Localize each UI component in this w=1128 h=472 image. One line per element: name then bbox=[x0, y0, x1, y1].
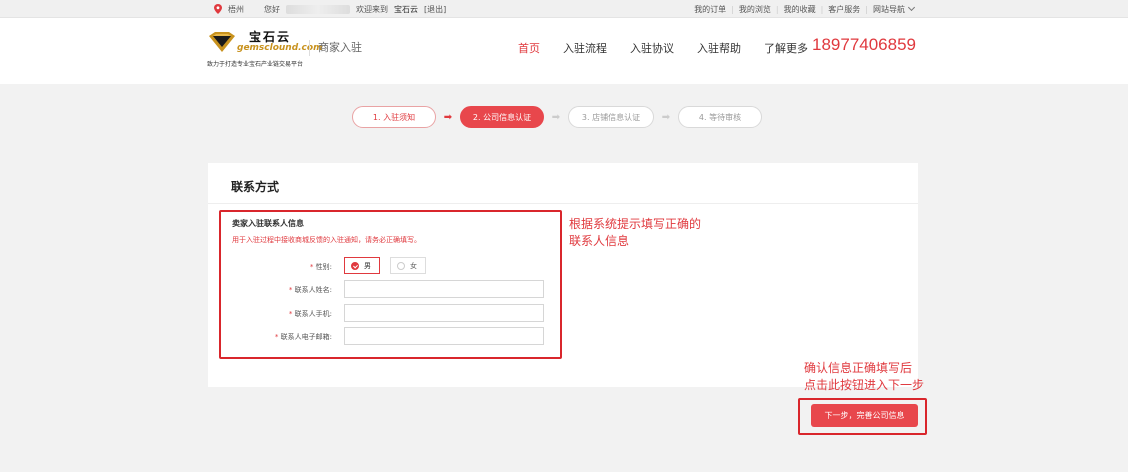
header-divider bbox=[309, 40, 310, 56]
chevron-down-icon bbox=[907, 3, 916, 12]
site-nav-menu[interactable]: 网站导航 bbox=[873, 4, 905, 15]
welcome-text: 欢迎来到 bbox=[356, 4, 388, 14]
nav-more[interactable]: 了解更多 bbox=[764, 40, 808, 56]
step-1: 1. 入驻须知 bbox=[352, 106, 436, 128]
my-orders-link[interactable]: 我的订单 bbox=[694, 4, 726, 15]
card-title: 联系方式 bbox=[231, 180, 280, 194]
phone-label: * 联系人手机: bbox=[288, 310, 332, 318]
section-title: 卖家入驻联系人信息 bbox=[232, 219, 304, 228]
checked-icon bbox=[351, 261, 359, 270]
card-divider bbox=[208, 203, 918, 204]
form-hint-annotation: 根据系统提示填写正确的 联系人信息 bbox=[569, 217, 702, 248]
arrow-right-icon: ➡ bbox=[661, 111, 671, 123]
nav-agreement[interactable]: 入驻协议 bbox=[630, 40, 674, 56]
header: 宝石云 gemsclound.com 致力于打造专业宝石产业链交易平台 商家入驻… bbox=[0, 18, 1128, 84]
arrow-right-icon: ➡ bbox=[443, 111, 453, 123]
radio-icon bbox=[397, 261, 405, 270]
next-step-button[interactable]: 下一步，完善公司信息 bbox=[811, 404, 918, 427]
top-bar: 梧州 您好 欢迎来到 宝石云 [退出] 我的订单 | 我的浏览 | 我的收藏 | 客户… bbox=[0, 0, 1128, 18]
site-logo[interactable]: 宝石云 gemsclound.com 致力于打造专业宝石产业链交易平台 bbox=[207, 28, 322, 74]
step-4: 4. 等待审核 bbox=[678, 106, 762, 128]
page-subtitle: 商家入驻 bbox=[318, 41, 362, 54]
logout-link[interactable]: [退出] bbox=[424, 4, 446, 15]
contact-email-input[interactable] bbox=[344, 327, 544, 345]
step-2-current: 2. 公司信息认证 bbox=[460, 106, 544, 128]
email-label: * 联系人电子邮箱: bbox=[274, 333, 332, 341]
button-hint-annotation: 确认信息正确填写后 点击此按钮进入下一步 bbox=[804, 361, 925, 392]
arrow-right-icon: ➡ bbox=[551, 111, 561, 123]
nav-process[interactable]: 入驻流程 bbox=[563, 40, 607, 56]
step-3: 3. 店铺信息认证 bbox=[568, 106, 654, 128]
main-nav: 首页 入驻流程 入驻协议 入驻帮助 了解更多 bbox=[518, 40, 831, 56]
hotline-phone: 18977406859 bbox=[812, 35, 917, 54]
divider: | bbox=[820, 4, 824, 14]
progress-steps: 1. 入驻须知 ➡ 2. 公司信息认证 ➡ 3. 店铺信息认证 ➡ 4. 等待审… bbox=[352, 106, 762, 128]
username-blurred bbox=[286, 4, 350, 14]
nav-home[interactable]: 首页 bbox=[518, 40, 540, 56]
gender-male-radio[interactable]: 男 bbox=[344, 257, 380, 274]
divider: | bbox=[865, 4, 868, 14]
greeting-text: 您好 bbox=[264, 4, 280, 14]
location-pin-icon bbox=[214, 4, 222, 14]
site-name-link[interactable]: 宝石云 bbox=[394, 4, 418, 15]
divider: | bbox=[731, 4, 734, 14]
my-history-link[interactable]: 我的浏览 bbox=[739, 4, 771, 15]
gender-female-radio[interactable]: 女 bbox=[390, 257, 426, 274]
nav-help[interactable]: 入驻帮助 bbox=[697, 40, 741, 56]
city-label[interactable]: 梧州 bbox=[228, 4, 244, 15]
logo-tagline: 致力于打造专业宝石产业链交易平台 bbox=[207, 61, 304, 68]
name-label: * 联系人姓名: bbox=[288, 286, 332, 294]
divider: | bbox=[775, 4, 779, 14]
gem-logo-icon bbox=[209, 32, 235, 52]
section-note: 用于入驻过程中接收商城反馈的入驻通知，请务必正确填写。 bbox=[232, 236, 421, 244]
customer-service-link[interactable]: 客户服务 bbox=[828, 4, 860, 15]
gender-label: * 性别: bbox=[309, 263, 332, 271]
contact-name-input[interactable] bbox=[344, 280, 544, 298]
contact-phone-input[interactable] bbox=[344, 304, 544, 322]
my-favorites-link[interactable]: 我的收藏 bbox=[784, 4, 816, 15]
